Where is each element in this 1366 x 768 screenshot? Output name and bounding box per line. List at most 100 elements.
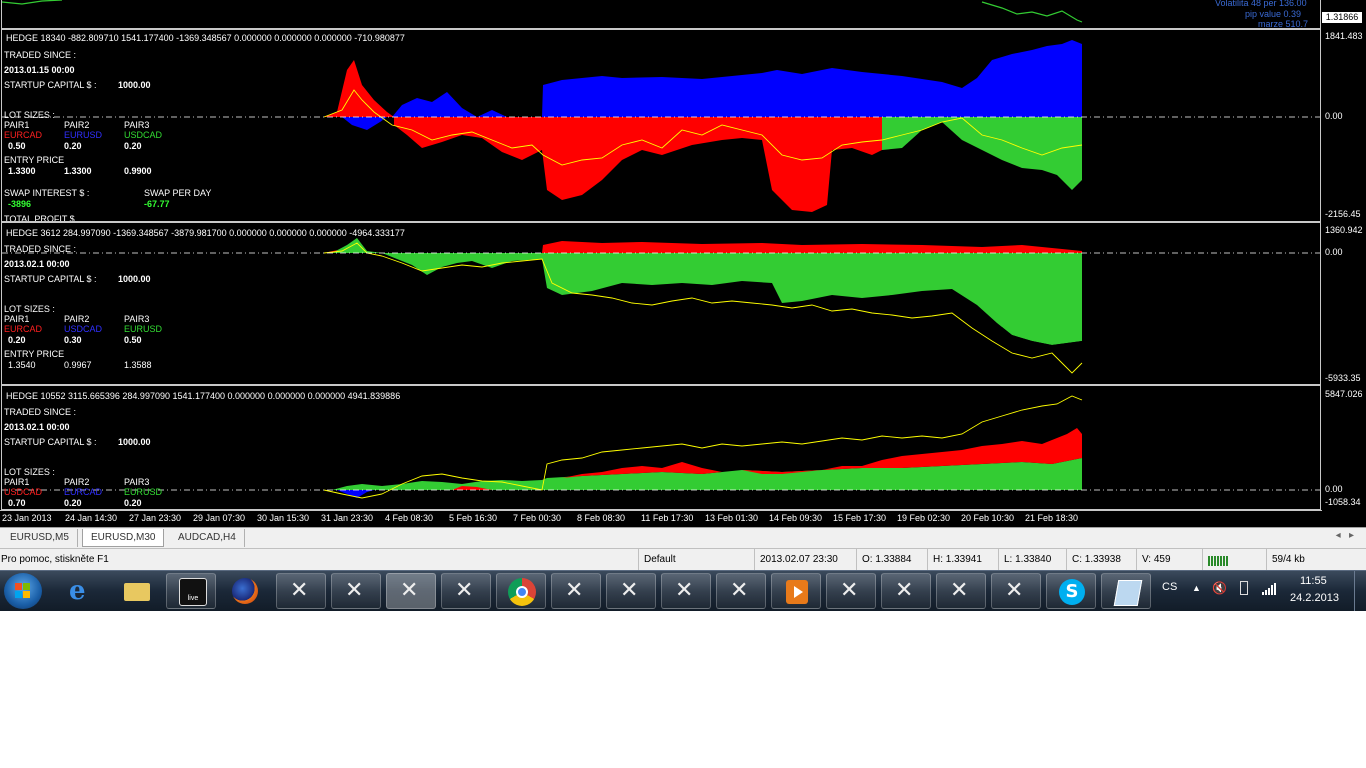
chrome-icon[interactable] bbox=[496, 573, 546, 609]
pane1-pair2-name: EURUSD bbox=[64, 130, 103, 140]
pane3-pair2-name: EURCAD bbox=[64, 487, 103, 497]
pane2-lot3: 0.50 bbox=[124, 335, 142, 345]
tab-scroll-arrows[interactable]: ◂ ▸ bbox=[1336, 530, 1354, 541]
metatrader-icon[interactable]: ✕ bbox=[661, 573, 711, 609]
metatrader-icon[interactable]: ✕ bbox=[276, 573, 326, 609]
value-scale[interactable] bbox=[1322, 0, 1366, 527]
time-axis[interactable]: 23 Jan 2013 24 Jan 14:30 27 Jan 23:30 29… bbox=[0, 510, 1322, 527]
time-label: 14 Feb 09:30 bbox=[769, 513, 823, 523]
tab-eurusd-m5[interactable]: EURUSD,M5 bbox=[2, 529, 78, 547]
tab-eurusd-m30[interactable]: EURUSD,M30 bbox=[82, 529, 165, 547]
pane3-pair1-header: PAIR1 bbox=[4, 477, 30, 487]
status-datetime: 2013.02.07 23:30 bbox=[754, 549, 856, 571]
pane1-pair2-header: PAIR2 bbox=[64, 120, 90, 130]
pane1-swap-interest-label: SWAP INTEREST $ : bbox=[4, 188, 90, 198]
green-area bbox=[332, 238, 1082, 345]
pane2-pair1-header: PAIR1 bbox=[4, 314, 30, 324]
start-button[interactable] bbox=[4, 573, 42, 609]
indicator-pane-3[interactable]: HEDGE 10552 3115.665396 284.997090 1541.… bbox=[1, 385, 1321, 510]
pane2-entry-price3: 1.3588 bbox=[124, 360, 152, 370]
time-label: 24 Jan 14:30 bbox=[65, 513, 118, 523]
language-indicator[interactable]: CS bbox=[1162, 581, 1177, 593]
pane1-pair1-header: PAIR1 bbox=[4, 120, 30, 130]
pane1-lot-sizes-label: LOT SIZES : bbox=[4, 110, 55, 120]
pane3-pair3-name: EURUSD bbox=[124, 487, 163, 497]
pane2-startup-capital-value: 1000.00 bbox=[118, 274, 151, 284]
pane2-traded-since-value: 2013.02.1 00:00 bbox=[4, 259, 70, 269]
skype-icon[interactable]: S bbox=[1046, 573, 1096, 609]
time-label: 13 Feb 01:30 bbox=[705, 513, 759, 523]
status-high: H: 1.33941 bbox=[927, 549, 998, 571]
pane2-entry-price2: 0.9967 bbox=[64, 360, 92, 370]
status-profile[interactable]: Default bbox=[638, 549, 754, 571]
current-price-box: 1.31866 bbox=[1322, 12, 1362, 23]
metatrader-icon[interactable]: ✕ bbox=[331, 573, 381, 609]
metatrader-icon[interactable]: ✕ bbox=[716, 573, 766, 609]
time-label: 21 Feb 18:30 bbox=[1025, 513, 1079, 523]
pane1-traded-since-value: 2013.01.15 00:00 bbox=[4, 65, 75, 75]
network-signal-icon[interactable] bbox=[1262, 583, 1276, 598]
pane2-lot-sizes-label: LOT SIZES : bbox=[4, 304, 55, 314]
tray-expand-icon[interactable]: ▲ bbox=[1192, 583, 1201, 593]
pane2-header: HEDGE 3612 284.997090 -1369.348567 -3879… bbox=[6, 228, 405, 238]
media-player-icon[interactable] bbox=[771, 573, 821, 609]
status-bar: Pro pomoc, stiskněte F1 Default 2013.02.… bbox=[0, 548, 1366, 571]
file-explorer-icon[interactable] bbox=[112, 573, 162, 609]
pane1-entry-price3: 0.9900 bbox=[124, 166, 152, 176]
metatrader-icon[interactable]: ✕ bbox=[551, 573, 601, 609]
pane3-pair1-name: USDCAD bbox=[4, 487, 43, 497]
internet-explorer-icon[interactable]: e bbox=[57, 573, 107, 609]
tab-audcad-h4[interactable]: AUDCAD,H4 bbox=[170, 529, 245, 547]
metatrader-icon[interactable]: ✕ bbox=[881, 573, 931, 609]
pane3-startup-capital-label: STARTUP CAPITAL $ : bbox=[4, 437, 97, 447]
price-chart-strip[interactable]: Volatilita 48 per 136.00 pip value 0.39 … bbox=[1, 0, 1321, 29]
metatrader-icon[interactable]: ✕ bbox=[441, 573, 491, 609]
metatrader-icon[interactable]: ✕ bbox=[826, 573, 876, 609]
pane1-swap-per-day-value: -67.77 bbox=[144, 199, 170, 209]
pane1-startup-capital-value: 1000.00 bbox=[118, 80, 151, 90]
pane1-traded-since-label: TRADED SINCE : bbox=[4, 50, 77, 60]
blue-area bbox=[392, 40, 1082, 117]
indicator-pane-2[interactable]: HEDGE 3612 284.997090 -1369.348567 -3879… bbox=[1, 222, 1321, 385]
pane2-entry-price-label: ENTRY PRICE bbox=[4, 349, 65, 359]
price-line bbox=[2, 0, 1083, 23]
live-app-icon[interactable]: live bbox=[166, 573, 216, 609]
taskbar: e live ✕ ✕ ✕ ✕ ✕ ✕ ✕ ✕ ✕ ✕ ✕ ✕ S CS ▲ 🔇 … bbox=[0, 570, 1366, 611]
pane1-entry-price-label: ENTRY PRICE bbox=[4, 155, 65, 165]
indicator-pane-1[interactable]: HEDGE 18340 -882.809710 1541.177400 -136… bbox=[1, 29, 1321, 222]
clock-date[interactable]: 24.2.2013 bbox=[1290, 592, 1339, 604]
pane2-pair2-name: USDCAD bbox=[64, 324, 103, 334]
status-close: C: 1.33938 bbox=[1066, 549, 1136, 571]
pane1-scale-min: -2156.45 bbox=[1325, 209, 1361, 219]
red-area bbox=[324, 241, 1082, 253]
metatrader-icon[interactable]: ✕ bbox=[936, 573, 986, 609]
status-low: L: 1.33840 bbox=[998, 549, 1066, 571]
pane3-scale-max: 5847.026 bbox=[1325, 389, 1363, 399]
hedge-plot-2 bbox=[2, 238, 1320, 374]
metatrader-icon[interactable]: ✕ bbox=[606, 573, 656, 609]
firefox-icon[interactable] bbox=[221, 573, 271, 609]
notepad-icon[interactable] bbox=[1101, 573, 1151, 609]
pane2-scale-max: 1360.942 bbox=[1325, 225, 1363, 235]
show-desktop-button[interactable] bbox=[1354, 571, 1366, 611]
pane1-entry-price1: 1.3300 bbox=[8, 166, 36, 176]
clock-time[interactable]: 11:55 bbox=[1300, 575, 1327, 587]
pane1-scale-zero: 0.00 bbox=[1325, 111, 1343, 121]
pane3-scale-zero: 0.00 bbox=[1325, 484, 1343, 494]
pane1-pair3-header: PAIR3 bbox=[124, 120, 150, 130]
time-label: 30 Jan 15:30 bbox=[257, 513, 310, 523]
metatrader-icon[interactable]: ✕ bbox=[386, 573, 436, 609]
pane2-pair3-name: EURUSD bbox=[124, 324, 163, 334]
metatrader-icon[interactable]: ✕ bbox=[991, 573, 1041, 609]
chart-tabs: EURUSD,M5 EURUSD,M30 AUDCAD,H4 ◂ ▸ bbox=[0, 527, 1366, 549]
pane2-pair1-name: EURCAD bbox=[4, 324, 43, 334]
time-label: 19 Feb 02:30 bbox=[897, 513, 951, 523]
volume-muted-icon[interactable]: 🔇 bbox=[1212, 581, 1227, 595]
connection-bars-icon bbox=[1202, 549, 1266, 571]
pane2-lot1: 0.20 bbox=[8, 335, 26, 345]
time-label: 20 Feb 10:30 bbox=[961, 513, 1015, 523]
pane3-traded-since-label: TRADED SINCE : bbox=[4, 407, 77, 417]
chart-window[interactable]: Volatilita 48 per 136.00 pip value 0.39 … bbox=[0, 0, 1366, 527]
pane1-entry-price2: 1.3300 bbox=[64, 166, 92, 176]
battery-icon[interactable] bbox=[1240, 581, 1248, 595]
